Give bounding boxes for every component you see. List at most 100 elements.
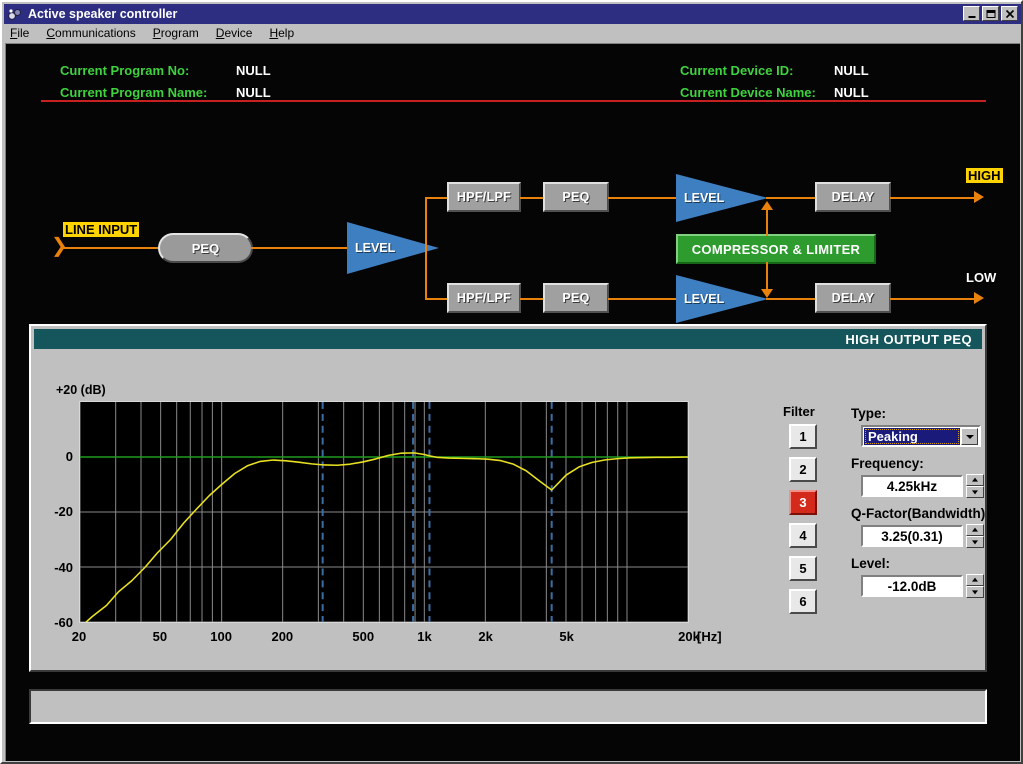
block-low-level[interactable]: LEVEL — [676, 275, 768, 323]
frequency-stepper-down[interactable] — [966, 486, 984, 498]
block-high-hpflpf[interactable]: HPF/LPF — [447, 182, 521, 212]
filter-button-6[interactable]: 6 — [789, 589, 817, 614]
current-program-no-label: Current Program No: — [60, 63, 189, 78]
y-axis-tick--60: -60 — [35, 615, 73, 630]
block-compressor-limiter[interactable]: COMPRESSOR & LIMITER — [676, 234, 876, 264]
low-output-label: LOW — [966, 270, 996, 285]
comp-down-arrow-icon — [761, 289, 773, 298]
type-select-value: Peaking — [864, 428, 960, 445]
current-device-id-value: NULL — [834, 63, 869, 78]
maximize-button[interactable] — [982, 6, 999, 21]
response-plot[interactable] — [79, 401, 689, 623]
filter-button-4[interactable]: 4 — [789, 523, 817, 548]
menu-item-file[interactable]: File — [10, 26, 29, 40]
x-axis-tick-20: 20 — [65, 629, 93, 644]
y-axis-tick--20: -20 — [35, 504, 73, 519]
x-axis-tick-1k: 1k — [410, 629, 438, 644]
block-low-delay[interactable]: DELAY — [815, 283, 891, 313]
filter-button-label: 3 — [799, 495, 806, 510]
menu-item-help[interactable]: Help — [269, 26, 294, 40]
filter-button-5[interactable]: 5 — [789, 556, 817, 581]
level-stepper[interactable] — [966, 574, 984, 598]
block-low-level-label: LEVEL — [684, 292, 724, 306]
x-axis-tick-50: 50 — [146, 629, 174, 644]
frequency-response-graph[interactable]: 0-20-40-60 20501002005001k2k5k20k [Hz] — [79, 401, 713, 636]
app-icon — [7, 7, 23, 22]
filter-button-label: 5 — [799, 561, 806, 576]
q-factor-label: Q-Factor(Bandwidth) — [851, 506, 985, 521]
wire-low-level-to-delay — [766, 298, 816, 300]
wire-split-vertical — [425, 197, 427, 299]
block-high-level-label: LEVEL — [684, 191, 724, 205]
y-axis-tick--40: -40 — [35, 560, 73, 575]
wire-comp-to-high — [766, 206, 768, 236]
frequency-stepper[interactable] — [966, 474, 984, 498]
wire-comp-to-low — [766, 262, 768, 292]
current-program-no-value: NULL — [236, 63, 271, 78]
level-stepper-down[interactable] — [966, 586, 984, 598]
x-axis-tick-2k: 2k — [472, 629, 500, 644]
q-factor-stepper[interactable] — [966, 524, 984, 548]
filter-button-label: 1 — [799, 429, 806, 444]
minimize-button[interactable] — [963, 6, 980, 21]
wire-low-hpf-to-peq — [520, 298, 544, 300]
wire-high-peq-to-level — [608, 197, 678, 199]
current-program-name-label: Current Program Name: — [60, 85, 207, 100]
level-label: Level: — [851, 556, 890, 571]
block-high-level[interactable]: LEVEL — [676, 174, 768, 222]
filter-button-2[interactable]: 2 — [789, 457, 817, 482]
block-low-delay-label: DELAY — [832, 291, 875, 305]
menu-bar: File Communications Program Device Help — [4, 24, 1021, 42]
close-button[interactable] — [1001, 6, 1018, 21]
comp-up-arrow-icon — [761, 201, 773, 210]
window-title: Active speaker controller — [28, 7, 177, 21]
current-program-name-value: NULL — [236, 85, 271, 100]
block-input-peq[interactable]: PEQ — [158, 233, 253, 263]
block-high-peq-label: PEQ — [562, 190, 589, 204]
wire-high-level-to-delay — [766, 197, 816, 199]
wire-high-hpf-to-peq — [520, 197, 544, 199]
header-divider — [41, 100, 986, 102]
menu-item-communications[interactable]: Communications — [46, 26, 135, 40]
menu-item-program[interactable]: Program — [153, 26, 199, 40]
type-label: Type: — [851, 406, 886, 421]
chevron-down-icon[interactable] — [961, 428, 978, 445]
application-window: Active speaker controller File Communica… — [0, 0, 1023, 764]
block-high-hpflpf-label: HPF/LPF — [457, 190, 511, 204]
filter-button-1[interactable]: 1 — [789, 424, 817, 449]
wire-low-peq-to-level — [608, 298, 678, 300]
frequency-label: Frequency: — [851, 456, 924, 471]
block-high-peq[interactable]: PEQ — [543, 182, 609, 212]
filter-button-3[interactable]: 3 — [789, 490, 817, 515]
block-low-peq-label: PEQ — [562, 291, 589, 305]
type-select[interactable]: Peaking — [861, 425, 981, 447]
frequency-input[interactable]: 4.25kHz — [861, 475, 963, 497]
q-factor-input[interactable]: 3.25(0.31) — [861, 525, 963, 547]
x-axis-tick-100: 100 — [207, 629, 235, 644]
level-stepper-up[interactable] — [966, 574, 984, 586]
block-low-peq[interactable]: PEQ — [543, 283, 609, 313]
block-input-peq-label: PEQ — [192, 241, 219, 256]
wire-input-to-peq — [62, 247, 166, 249]
x-axis-tick-500: 500 — [349, 629, 377, 644]
q-factor-stepper-up[interactable] — [966, 524, 984, 536]
block-compressor-limiter-label: COMPRESSOR & LIMITER — [692, 242, 861, 257]
level-input[interactable]: -12.0dB — [861, 575, 963, 597]
current-device-name-value: NULL — [834, 85, 869, 100]
input-arrow-icon: ❯ — [51, 236, 68, 256]
menu-item-device[interactable]: Device — [216, 26, 253, 40]
current-device-name-label: Current Device Name: — [680, 85, 816, 100]
low-output-arrow-icon — [974, 292, 984, 304]
frequency-stepper-up[interactable] — [966, 474, 984, 486]
wire-split-high — [425, 197, 448, 199]
peq-panel: HIGH OUTPUT PEQ +20 (dB) 0-20-40-60 2050… — [29, 324, 987, 672]
block-high-delay-label: DELAY — [832, 190, 875, 204]
q-factor-stepper-down[interactable] — [966, 536, 984, 548]
block-input-level-label: LEVEL — [355, 241, 395, 255]
block-low-hpflpf[interactable]: HPF/LPF — [447, 283, 521, 313]
window-controls — [963, 6, 1018, 21]
x-axis-tick-200: 200 — [268, 629, 296, 644]
filter-group-label: Filter — [783, 404, 815, 419]
high-output-label: HIGH — [966, 168, 1003, 183]
block-high-delay[interactable]: DELAY — [815, 182, 891, 212]
